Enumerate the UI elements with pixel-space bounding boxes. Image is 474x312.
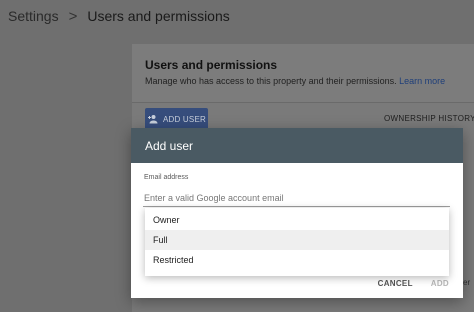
panel-title: Users and permissions	[145, 58, 278, 72]
dialog-title: Add user	[145, 139, 194, 153]
panel-description: Manage who has access to this property a…	[145, 76, 445, 86]
breadcrumb-current-page: Users and permissions	[87, 8, 230, 24]
role-option-restricted[interactable]: Restricted	[145, 250, 449, 270]
cancel-button[interactable]: CANCEL	[378, 279, 413, 288]
panel-header: Users and permissions Manage who has acc…	[132, 44, 474, 103]
tab-ownership-history[interactable]: OWNERSHIP HISTORY	[384, 114, 474, 123]
breadcrumb-settings-link[interactable]: Settings	[8, 8, 59, 24]
role-dropdown-menu: Owner Full Restricted	[145, 208, 449, 276]
add-user-button[interactable]: ADD USER	[145, 108, 208, 130]
person-add-icon	[148, 115, 158, 124]
role-option-owner[interactable]: Owner	[145, 210, 449, 230]
email-field-label: Email address	[144, 174, 189, 181]
breadcrumb: Settings > Users and permissions	[8, 6, 230, 26]
breadcrumb-chevron-icon: >	[68, 7, 78, 25]
role-option-full[interactable]: Full	[145, 230, 449, 250]
background-partial-text: er	[463, 278, 471, 287]
add-user-button-label: ADD USER	[163, 114, 206, 124]
panel-description-text: Manage who has access to this property a…	[145, 76, 397, 86]
email-field[interactable]	[143, 189, 450, 207]
add-button[interactable]: ADD	[431, 279, 449, 288]
dialog-header: Add user	[131, 128, 463, 163]
learn-more-link[interactable]: Learn more	[399, 76, 445, 86]
dialog-actions: CANCEL ADD	[378, 279, 449, 288]
